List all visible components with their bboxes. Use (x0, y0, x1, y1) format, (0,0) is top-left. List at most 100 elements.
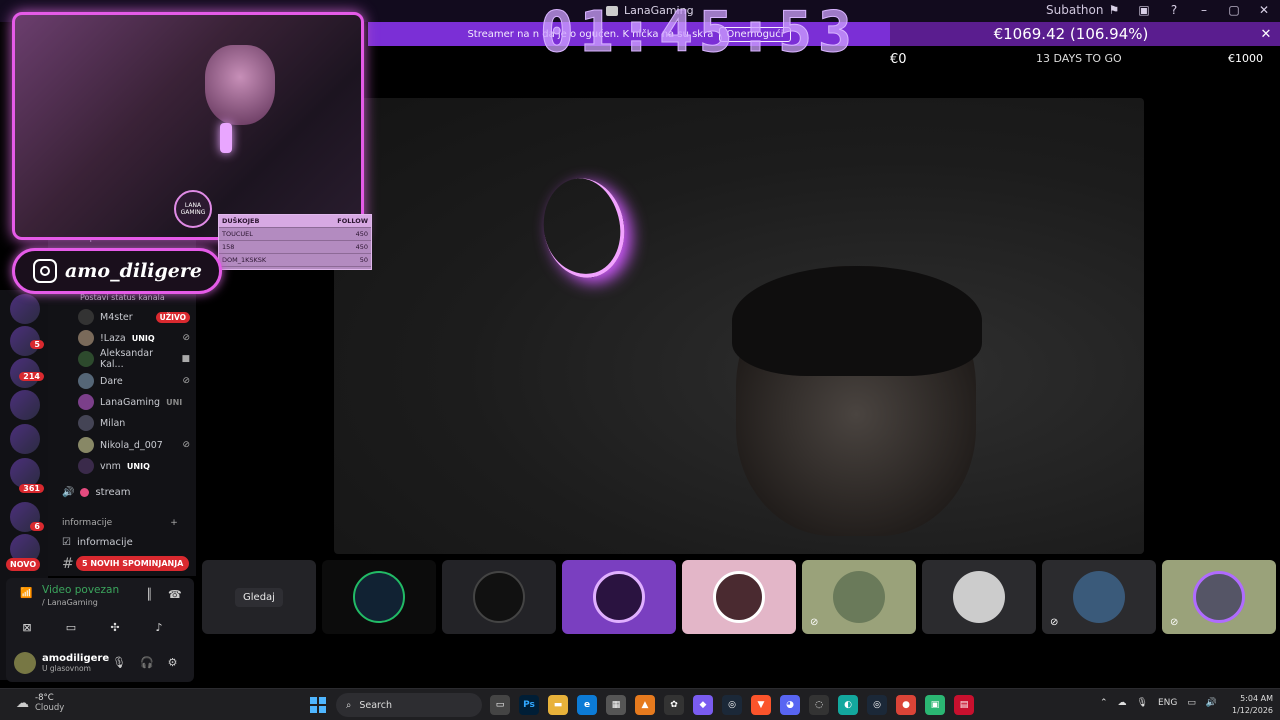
voice-user[interactable]: M4ster UŽIVO (78, 307, 190, 327)
voice-user[interactable]: vnm UNIQ (78, 456, 190, 476)
instagram-icon (33, 259, 57, 283)
user-tag: UNIQ (131, 333, 155, 343)
disconnect-icon[interactable]: ☎ (168, 588, 182, 601)
voice-user[interactable]: !Laza UNIQ ⊘ (78, 328, 190, 348)
help-icon[interactable]: ? (1166, 3, 1182, 17)
close-icon[interactable]: ✕ (1256, 3, 1272, 17)
voice-user[interactable]: Nikola_d_007 ⊘ (78, 435, 190, 455)
user-name: !Laza (100, 332, 126, 344)
photoshop-icon[interactable]: Ps (519, 695, 539, 715)
discord-icon[interactable]: ◕ (780, 695, 800, 715)
participant-tile[interactable] (562, 560, 676, 634)
mentions-badge[interactable]: 5 NOVIH SPOMINJANJA (76, 556, 190, 571)
avatar (953, 571, 1005, 623)
category-informacije[interactable]: informacije + (62, 518, 178, 528)
activities-icon[interactable]: ✣ (100, 616, 130, 638)
channel-stream[interactable]: 🔊 stream (62, 487, 131, 498)
speaker-icon: 🔊 (62, 487, 75, 498)
subathon-label: Subathon (1046, 3, 1104, 17)
language-indicator[interactable]: ENG (1158, 698, 1177, 708)
screen-share-icon[interactable]: ▣ (1136, 3, 1152, 17)
live-badge: UŽIVO (155, 311, 190, 323)
leaderboard-row: TOUCUEL 450 (219, 228, 371, 241)
main-stream-video[interactable] (334, 98, 1144, 554)
my-username: amodiligere (42, 653, 110, 664)
participant-tile[interactable]: ⊘ (1042, 560, 1156, 634)
user-name: Nikola_d_007 (100, 439, 163, 451)
maximize-icon[interactable]: ▢ (1226, 3, 1242, 17)
start-icon[interactable] (310, 697, 326, 713)
leaderboard-widget: DUŠKOJEB FOLLOW TOUCUEL 450 158 450 DOM_… (218, 214, 372, 270)
mic-icon[interactable]: 🎙 (112, 656, 126, 669)
soundboard-icon[interactable]: ♪ (144, 616, 174, 638)
headphones-icon[interactable]: 🎧 (140, 656, 154, 669)
add-channel-icon[interactable]: + (170, 518, 178, 528)
gear-icon[interactable]: ⚙ (168, 656, 178, 669)
user-tag: UNIQ (126, 461, 150, 471)
copilot-icon[interactable]: ◆ (693, 695, 713, 715)
participant-tile[interactable]: ⊘ (802, 560, 916, 634)
flag-icon[interactable]: ⚑ (1106, 3, 1122, 17)
clock[interactable]: 5:04 AM 1/12/2026 (1232, 693, 1273, 717)
chrome-icon[interactable]: ● (896, 695, 916, 715)
channel-informacije[interactable]: ☑ informacije (62, 537, 133, 548)
store-icon[interactable]: ▦ (606, 695, 626, 715)
participant-tile[interactable] (322, 560, 436, 634)
user-panel[interactable]: amodiligere U glasovnom (14, 652, 109, 674)
goal-max: €1000 (1228, 52, 1263, 65)
set-channel-status[interactable]: Postavi status kanala (80, 293, 165, 302)
app-icon[interactable]: ▲ (635, 695, 655, 715)
server-icon[interactable] (10, 294, 40, 324)
goal-bar: €1069.42 (106.94%) (890, 22, 1252, 46)
participant-tile[interactable] (682, 560, 796, 634)
voice-user[interactable]: LanaGaming UNI (78, 392, 190, 412)
leaderboard-name: DOM_1KSKSK (222, 256, 267, 264)
minimize-icon[interactable]: – (1196, 3, 1212, 17)
app-icon[interactable]: ▣ (925, 695, 945, 715)
brave-icon[interactable]: ▼ (751, 695, 771, 715)
edge-icon[interactable]: e (577, 695, 597, 715)
cloud-icon: ☁ (16, 695, 29, 711)
app-icon[interactable]: ◌ (809, 695, 829, 715)
system-tray: ⌃ ☁ 🎙 ENG ▭ 🔊 (1100, 698, 1217, 708)
server-folder-icon[interactable] (10, 424, 40, 454)
voice-user[interactable]: Dare ⊘ (78, 371, 190, 391)
lana-gaming-logo: LANA GAMING (174, 190, 212, 228)
biohazard-avatar (593, 571, 645, 623)
task-view-icon[interactable]: ▭ (490, 695, 510, 715)
participant-tile[interactable] (922, 560, 1036, 634)
instagram-overlay: amo_diligere (12, 248, 222, 294)
weather-widget[interactable]: ☁ -8°C Cloudy (16, 693, 64, 713)
file-explorer-icon[interactable]: ▬ (548, 695, 568, 715)
leaderboard-row: 158 450 (219, 241, 371, 254)
participant-tile[interactable]: Gledaj (202, 560, 316, 634)
chevron-up-icon[interactable]: ⌃ (1100, 698, 1108, 708)
avatar (14, 652, 36, 674)
onedrive-icon[interactable]: ☁ (1118, 698, 1127, 708)
steam-icon[interactable]: ◎ (722, 695, 742, 715)
novo-badge: NOVO (6, 558, 41, 571)
camera-off-icon[interactable]: ⊠ (12, 616, 42, 638)
voice-user[interactable]: Milan (78, 413, 190, 433)
soundboard-icon[interactable]: ║ (146, 588, 153, 601)
voice-user[interactable]: Aleksandar Kal... ■ (78, 348, 190, 370)
taskbar: ☁ -8°C Cloudy ⌕ Search ▭ Ps ▬ e ▦ ▲ ✿ ◆ … (0, 688, 1280, 720)
watch-button[interactable]: Gledaj (235, 587, 283, 607)
search-box[interactable]: ⌕ Search (336, 693, 482, 717)
goal-amount: €1069.42 (106.94%) (993, 25, 1149, 43)
server-folder-icon[interactable] (10, 390, 40, 420)
mic-icon[interactable]: 🎙 (1137, 698, 1148, 708)
avatar (78, 437, 94, 453)
participant-tile[interactable]: ⊘ (1162, 560, 1276, 634)
goal-close-icon[interactable]: ✕ (1252, 22, 1280, 46)
app-icon[interactable]: ◐ (838, 695, 858, 715)
steam-icon[interactable]: ◎ (867, 695, 887, 715)
app-icon[interactable]: ▤ (954, 695, 974, 715)
participant-tile[interactable] (442, 560, 556, 634)
network-icon[interactable]: ▭ (1187, 698, 1196, 708)
voice-channel[interactable]: / LanaGaming (42, 598, 98, 607)
app-icon[interactable]: ✿ (664, 695, 684, 715)
mic-muted-icon: ⊘ (182, 376, 190, 386)
screen-share-icon[interactable]: ▭ (56, 616, 86, 638)
volume-icon[interactable]: 🔊 (1206, 698, 1217, 708)
